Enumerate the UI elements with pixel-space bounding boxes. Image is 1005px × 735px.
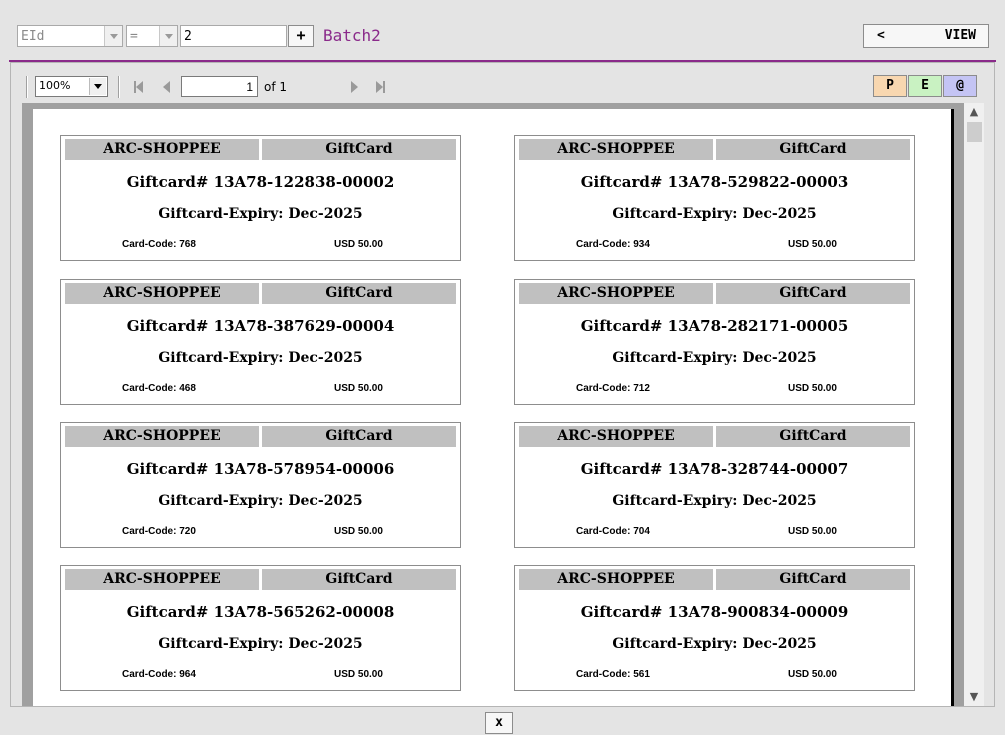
card-expiry: Giftcard-Expiry: Dec-2025 — [158, 493, 363, 509]
card-type: GiftCard — [716, 283, 910, 304]
card-amount: USD 50.00 — [334, 669, 383, 680]
scroll-down-icon[interactable]: ▼ — [964, 688, 984, 706]
export-pdf-button[interactable]: P — [873, 75, 907, 97]
field-select[interactable]: EId — [17, 25, 123, 47]
card-code: Card-Code: 561 — [576, 669, 650, 680]
filter-bar: EId = + Batch2 < VIEW — [0, 0, 1005, 60]
card-type: GiftCard — [716, 569, 910, 590]
report-canvas: ARC-SHOPPEE GiftCard Giftcard# 13A78-12283… — [22, 103, 964, 706]
card-code: Card-Code: 468 — [122, 383, 196, 394]
filter-value-input[interactable] — [180, 25, 287, 47]
close-button[interactable]: x — [485, 712, 513, 734]
zoom-select[interactable]: 100% — [35, 76, 108, 97]
card-store-name: ARC-SHOPPEE — [519, 283, 713, 304]
card-amount: USD 50.00 — [334, 239, 383, 250]
card-type: GiftCard — [716, 139, 910, 160]
card-store-name: ARC-SHOPPEE — [65, 139, 259, 160]
scroll-up-icon[interactable]: ▲ — [964, 103, 984, 121]
next-page-button[interactable] — [347, 79, 361, 95]
add-filter-button[interactable]: + — [288, 25, 314, 47]
card-amount: USD 50.00 — [334, 383, 383, 394]
card-expiry: Giftcard-Expiry: Dec-2025 — [158, 350, 363, 366]
view-button-label: VIEW — [944, 28, 976, 43]
export-excel-button[interactable]: E — [908, 75, 942, 97]
toolbar-separator — [118, 76, 119, 98]
prev-page-button[interactable] — [159, 79, 173, 95]
scroll-thumb[interactable] — [967, 122, 982, 142]
gift-card: ARC-SHOPPEE GiftCard Giftcard# 13A78-38762… — [60, 279, 461, 405]
first-page-button[interactable] — [131, 79, 145, 95]
card-type: GiftCard — [262, 426, 456, 447]
field-select-value: EId — [21, 29, 45, 44]
view-button[interactable]: < VIEW — [863, 24, 989, 48]
card-expiry: Giftcard-Expiry: Dec-2025 — [612, 206, 817, 222]
card-store-name: ARC-SHOPPEE — [65, 283, 259, 304]
card-amount: USD 50.00 — [788, 526, 837, 537]
back-arrow-icon: < — [877, 28, 885, 43]
card-number: Giftcard# 13A78-578954-00006 — [126, 460, 395, 478]
last-page-button[interactable] — [373, 79, 387, 95]
card-number: Giftcard# 13A78-122838-00002 — [126, 173, 395, 191]
chevron-down-icon[interactable] — [104, 26, 122, 46]
card-type: GiftCard — [262, 569, 456, 590]
gift-card: ARC-SHOPPEE GiftCard Giftcard# 13A78-12283… — [60, 135, 461, 261]
card-type: GiftCard — [716, 426, 910, 447]
report-page: ARC-SHOPPEE GiftCard Giftcard# 13A78-12283… — [33, 109, 951, 706]
card-amount: USD 50.00 — [334, 526, 383, 537]
card-number: Giftcard# 13A78-328744-00007 — [580, 460, 849, 478]
card-expiry: Giftcard-Expiry: Dec-2025 — [612, 493, 817, 509]
card-code: Card-Code: 964 — [122, 669, 196, 680]
card-code: Card-Code: 720 — [122, 526, 196, 537]
gift-card: ARC-SHOPPEE GiftCard Giftcard# 13A78-32874… — [514, 422, 915, 548]
card-expiry: Giftcard-Expiry: Dec-2025 — [158, 206, 363, 222]
zoom-value: 100% — [39, 79, 71, 92]
gift-card: ARC-SHOPPEE GiftCard Giftcard# 13A78-56526… — [60, 565, 461, 691]
email-button[interactable]: @ — [943, 75, 977, 97]
card-expiry: Giftcard-Expiry: Dec-2025 — [612, 350, 817, 366]
card-store-name: ARC-SHOPPEE — [519, 426, 713, 447]
card-number: Giftcard# 13A78-387629-00004 — [126, 317, 395, 335]
page-number-input[interactable] — [181, 76, 258, 97]
card-amount: USD 50.00 — [788, 383, 837, 394]
chevron-down-icon[interactable] — [159, 26, 177, 46]
card-number: Giftcard# 13A78-900834-00009 — [580, 603, 849, 621]
card-number: Giftcard# 13A78-282171-00005 — [580, 317, 849, 335]
card-code: Card-Code: 704 — [576, 526, 650, 537]
chevron-down-icon[interactable] — [89, 78, 106, 95]
card-expiry: Giftcard-Expiry: Dec-2025 — [158, 636, 363, 652]
vertical-scrollbar[interactable]: ▲ ▼ — [964, 103, 984, 706]
card-store-name: ARC-SHOPPEE — [65, 569, 259, 590]
gift-card: ARC-SHOPPEE GiftCard Giftcard# 13A78-28217… — [514, 279, 915, 405]
gift-card: ARC-SHOPPEE GiftCard Giftcard# 13A78-90083… — [514, 565, 915, 691]
batch-label: Batch2 — [323, 26, 381, 45]
card-number: Giftcard# 13A78-529822-00003 — [580, 173, 849, 191]
operator-select[interactable]: = — [126, 25, 178, 47]
operator-select-value: = — [130, 29, 138, 44]
card-code: Card-Code: 712 — [576, 383, 650, 394]
toolbar-grip — [26, 76, 27, 98]
gift-card: ARC-SHOPPEE GiftCard Giftcard# 13A78-57895… — [60, 422, 461, 548]
card-store-name: ARC-SHOPPEE — [519, 139, 713, 160]
card-code: Card-Code: 768 — [122, 239, 196, 250]
card-type: GiftCard — [262, 283, 456, 304]
card-amount: USD 50.00 — [788, 239, 837, 250]
card-type: GiftCard — [262, 139, 456, 160]
page-total-label: of 1 — [264, 80, 288, 94]
card-expiry: Giftcard-Expiry: Dec-2025 — [612, 636, 817, 652]
card-code: Card-Code: 934 — [576, 239, 650, 250]
card-number: Giftcard# 13A78-565262-00008 — [126, 603, 395, 621]
card-amount: USD 50.00 — [788, 669, 837, 680]
card-store-name: ARC-SHOPPEE — [65, 426, 259, 447]
gift-card: ARC-SHOPPEE GiftCard Giftcard# 13A78-52982… — [514, 135, 915, 261]
card-store-name: ARC-SHOPPEE — [519, 569, 713, 590]
viewer-toolbar — [10, 68, 995, 104]
